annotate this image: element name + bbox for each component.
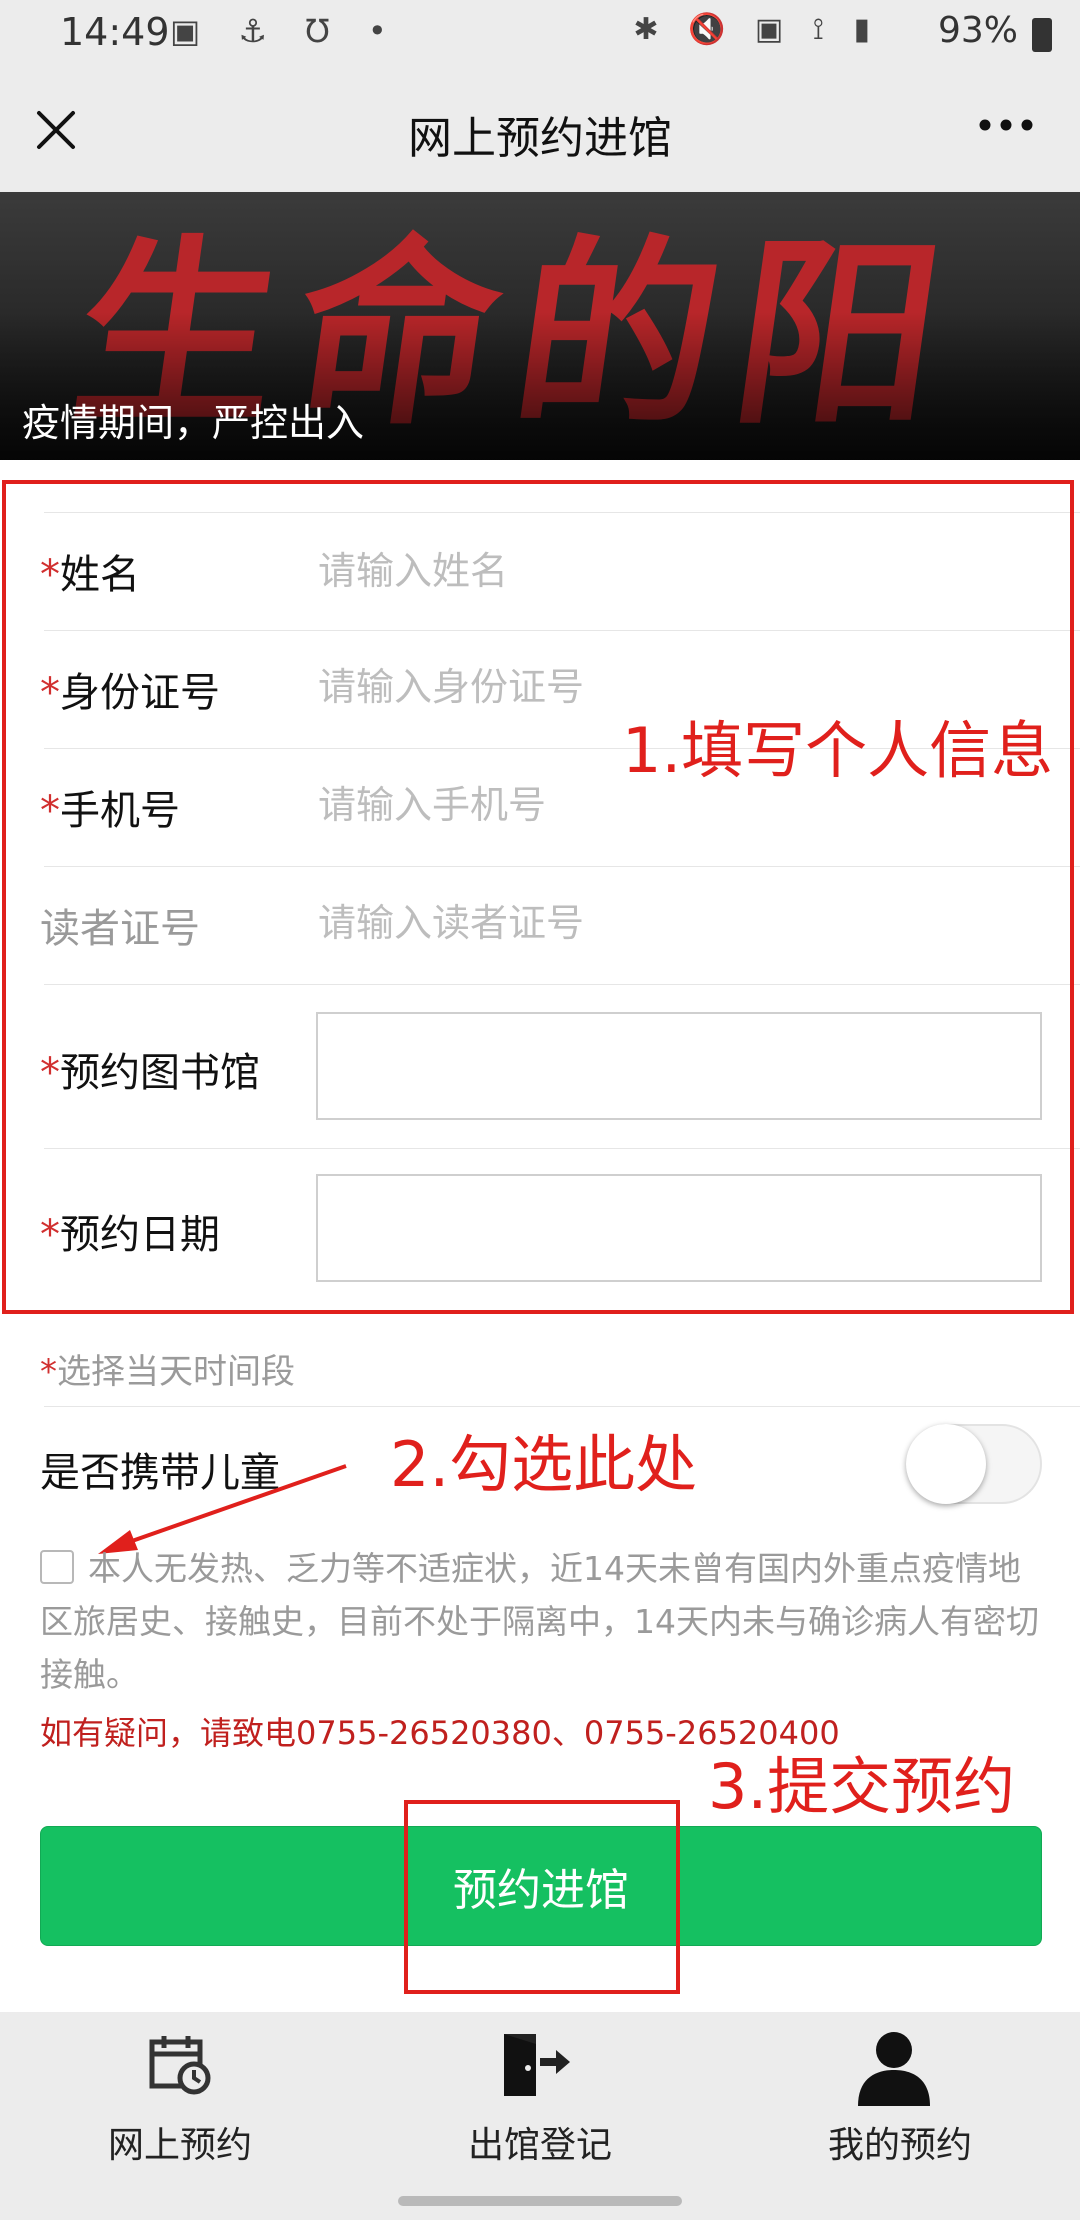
divider (44, 1406, 1080, 1407)
home-indicator[interactable] (398, 2196, 682, 2206)
banner-caption: 疫情期间，严控出入 (22, 401, 365, 445)
user-icon (858, 2032, 930, 2106)
annotation-step2: 2.勾选此处 (390, 1428, 698, 1501)
annotation-step1: 1.填写个人信息 (622, 714, 1054, 787)
annotation-box-submit (404, 1800, 680, 1994)
status-time: 14:49 (60, 10, 170, 54)
time-slot-label[interactable]: *选择当天时间段 (40, 1344, 295, 1393)
nav-label-my-reservations: 我的预约 (827, 2125, 972, 2166)
annotation-box-personal-info (2, 480, 1074, 1314)
nav-label-online-reservation: 网上预约 (107, 2125, 252, 2166)
annotation-step3: 3.提交预约 (708, 1750, 1016, 1823)
more-icon[interactable] (978, 118, 1034, 132)
battery-icon (1032, 18, 1052, 52)
calendar-clock-icon (149, 2036, 211, 2095)
system-status-icons: ✱ 🔇 ▣ ⟟ ▮ (633, 12, 880, 47)
page-title: 网上预约进馆 (408, 113, 672, 164)
declaration-text: 本人无发热、乏力等不适症状，近14天未曾有国内外重点疫情地区旅居史、接触史，目前… (40, 1549, 1039, 1694)
notification-icons: ▣ ⚓ Ʊ • (170, 12, 401, 50)
battery-percent: 93% (937, 10, 1018, 51)
nav-label-exit-registration: 出馆登记 (467, 2125, 612, 2166)
exit-door-icon (504, 2034, 570, 2096)
toggle-knob (906, 1424, 986, 1504)
